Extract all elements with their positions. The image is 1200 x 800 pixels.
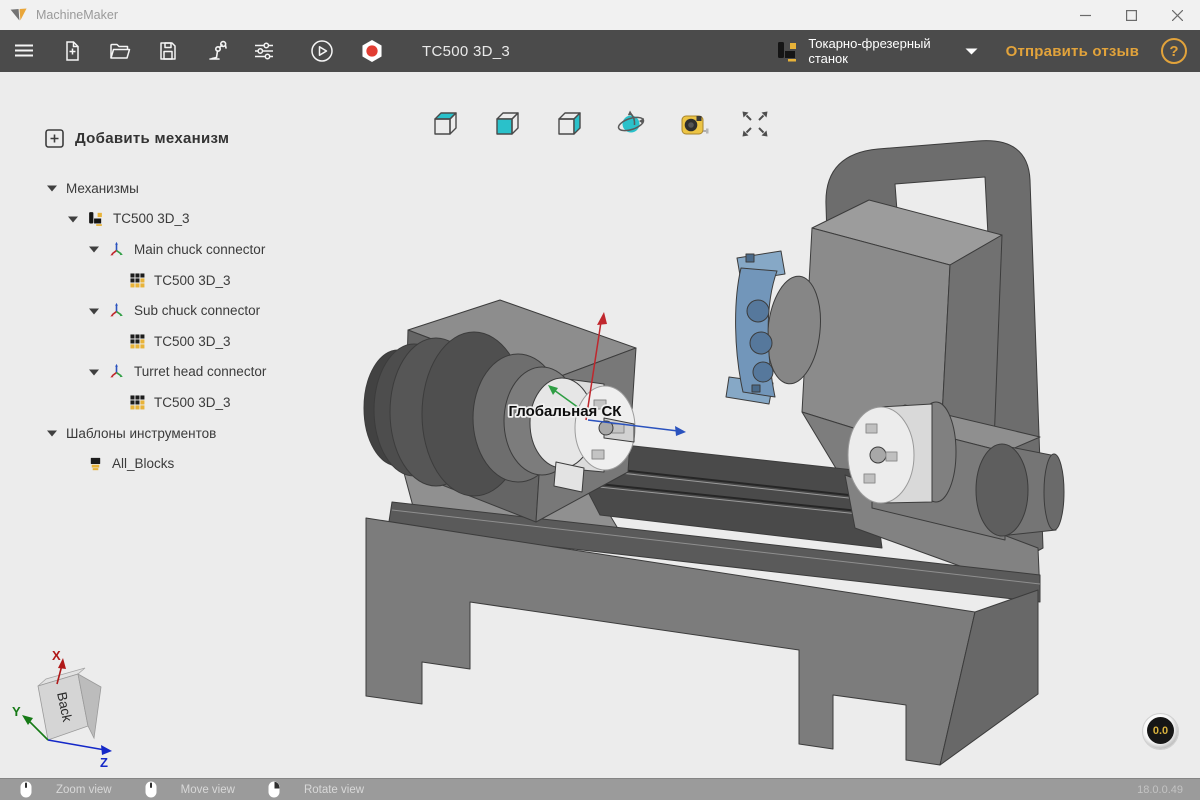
caret-down-icon[interactable] bbox=[88, 307, 100, 315]
tree-item-tool-templates[interactable]: Шаблоны инструментов bbox=[0, 418, 330, 449]
orientation-nav-cube[interactable]: Back X Y Z bbox=[8, 643, 140, 775]
machine-type-selector[interactable]: Токарно-фрезерный станок bbox=[775, 36, 977, 66]
statusbar: Zoom view Move view Rotate view 18.0.0.4… bbox=[0, 778, 1200, 800]
axis-z-label: Z bbox=[100, 755, 108, 770]
fit-view-button[interactable] bbox=[737, 106, 773, 142]
add-plus-icon bbox=[45, 129, 64, 148]
tree-item-turret-head-connector[interactable]: Turret head connector bbox=[0, 357, 330, 388]
grid-icon bbox=[130, 273, 145, 288]
caret-down-icon[interactable] bbox=[46, 184, 58, 192]
view-cube-side-button[interactable] bbox=[551, 106, 587, 142]
tree-item-sub-chuck-connector[interactable]: Sub chuck connector bbox=[0, 295, 330, 326]
axes-icon bbox=[108, 363, 125, 380]
axis-y-label: Y bbox=[12, 704, 21, 719]
caret-down-icon[interactable] bbox=[46, 429, 58, 437]
tree-item-mechanisms[interactable]: Механизмы bbox=[0, 173, 330, 204]
view-cube-front-button[interactable] bbox=[489, 106, 525, 142]
spindle-speed-badge[interactable]: 0.0 bbox=[1142, 713, 1179, 750]
main-toolbar: TC500 3D_3 Токарно-фрезерный станок Отпр… bbox=[0, 30, 1200, 72]
machinemaker-window: MachineMaker bbox=[0, 0, 1200, 800]
machine-icon bbox=[87, 210, 104, 227]
axis-x-label: X bbox=[52, 648, 61, 663]
caret-down-icon[interactable] bbox=[67, 215, 79, 223]
orbit-rotate-button[interactable] bbox=[613, 106, 649, 142]
sub-chuck bbox=[848, 402, 956, 503]
hint-move-view: Move view bbox=[145, 781, 235, 798]
mouse-wheel-icon bbox=[145, 781, 157, 798]
settings-sliders-button[interactable] bbox=[240, 30, 288, 72]
mouse-right-button-icon bbox=[268, 781, 280, 798]
robot-arm-button[interactable] bbox=[192, 30, 240, 72]
play-simulation-button[interactable] bbox=[298, 30, 346, 72]
help-button[interactable]: ? bbox=[1161, 38, 1187, 64]
add-mechanism-button[interactable]: Добавить механизм bbox=[45, 129, 229, 148]
hint-rotate-view: Rotate view bbox=[268, 781, 364, 798]
open-folder-button[interactable] bbox=[96, 30, 144, 72]
view-toolbar bbox=[427, 106, 773, 142]
app-version: 18.0.0.49 bbox=[1137, 784, 1183, 796]
close-button[interactable] bbox=[1154, 0, 1200, 30]
app-title: MachineMaker bbox=[36, 8, 118, 22]
machine-type-line1: Токарно-фрезерный bbox=[808, 36, 930, 51]
new-file-button[interactable] bbox=[48, 30, 96, 72]
titlebar: MachineMaker bbox=[0, 0, 1200, 30]
save-button[interactable] bbox=[144, 30, 192, 72]
axes-icon bbox=[108, 241, 125, 258]
mechanism-tree: Механизмы TC500 3D_3 bbox=[0, 173, 330, 479]
document-title: TC500 3D_3 bbox=[422, 43, 510, 60]
tree-item-tc500-sub[interactable]: TC500 3D_3 bbox=[0, 326, 330, 357]
machine-type-line2: станок bbox=[808, 51, 930, 66]
axes-icon bbox=[108, 302, 125, 319]
caret-down-icon[interactable] bbox=[88, 245, 100, 253]
tree-item-all-blocks[interactable]: All_Blocks bbox=[0, 448, 330, 479]
record-button[interactable] bbox=[348, 30, 396, 72]
mouse-wheel-icon bbox=[20, 781, 32, 798]
minimize-button[interactable] bbox=[1062, 0, 1108, 30]
measure-tape-button[interactable] bbox=[675, 106, 711, 142]
view-cube-top-button[interactable] bbox=[427, 106, 463, 142]
tree-item-tc500[interactable]: TC500 3D_3 bbox=[0, 204, 330, 235]
maximize-button[interactable] bbox=[1108, 0, 1154, 30]
caret-down-icon[interactable] bbox=[88, 368, 100, 376]
viewport-3d: Глобальная СК Добавить механизм Механизм… bbox=[0, 72, 1200, 778]
grid-icon bbox=[130, 334, 145, 349]
tool-block-icon bbox=[88, 456, 103, 472]
chevron-down-icon[interactable] bbox=[965, 48, 978, 55]
grid-icon bbox=[130, 395, 145, 410]
tree-item-tc500-turret[interactable]: TC500 3D_3 bbox=[0, 387, 330, 418]
tree-item-tc500-main[interactable]: TC500 3D_3 bbox=[0, 265, 330, 296]
send-feedback-link[interactable]: Отправить отзыв bbox=[1006, 43, 1139, 60]
global-cs-label: Глобальная СК bbox=[509, 403, 623, 420]
hint-zoom-view: Zoom view bbox=[20, 781, 112, 798]
machine-type-icon bbox=[775, 39, 799, 63]
menu-button[interactable] bbox=[0, 30, 48, 72]
tree-item-main-chuck-connector[interactable]: Main chuck connector bbox=[0, 234, 330, 265]
app-logo-icon bbox=[10, 7, 28, 23]
